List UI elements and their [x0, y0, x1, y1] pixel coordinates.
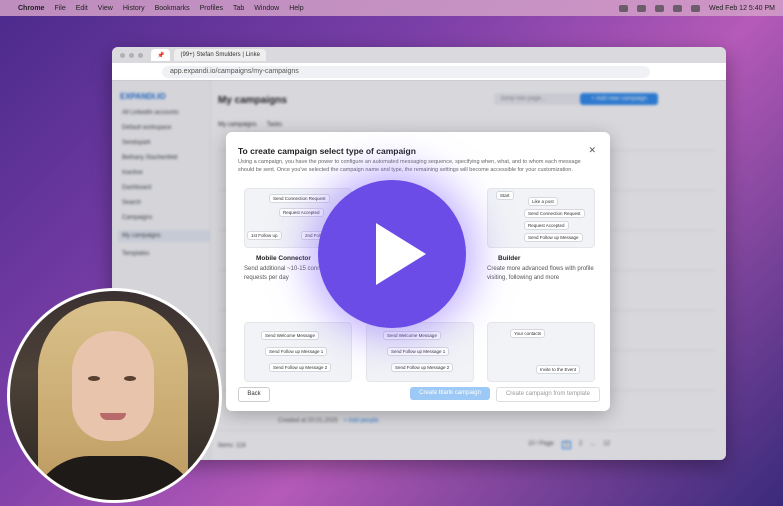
flow-node: Send Follow up Message 1	[265, 347, 328, 356]
flow-node: Send Follow up Message 2	[269, 363, 332, 372]
eye	[88, 376, 100, 381]
flow-node: Send Follow up Message	[524, 233, 583, 242]
battery-icon[interactable]	[654, 4, 664, 12]
flow-node: Send Welcome Message	[261, 331, 319, 340]
flow-node: Invite to the Event	[536, 365, 581, 374]
menu-file[interactable]: File	[54, 5, 65, 12]
flow-node: 1st Follow up	[247, 231, 282, 240]
menu-profiles[interactable]: Profiles	[200, 5, 223, 12]
flow-node: Send Connection Request	[524, 209, 585, 218]
flow-node: Start	[496, 191, 514, 200]
menu-window[interactable]: Window	[254, 5, 279, 12]
play-icon	[376, 223, 426, 285]
card-title-mobile-connector: Mobile Connector	[256, 255, 311, 262]
menu-history[interactable]: History	[123, 5, 145, 12]
eye	[124, 376, 136, 381]
pin-icon: 📌	[157, 52, 165, 59]
flow-node: Request Accepted	[524, 221, 569, 230]
card-desc-builder: Create more advanced flows with profile …	[487, 266, 594, 281]
menu-tab[interactable]: Tab	[233, 5, 244, 12]
back-button[interactable]: Back	[238, 387, 270, 402]
presenter-face	[72, 331, 154, 441]
card-builder[interactable]: Start Like a post Send Connection Reques…	[487, 188, 595, 248]
menu-bookmarks[interactable]: Bookmarks	[155, 5, 190, 12]
close-icon[interactable]: ✕	[588, 145, 596, 156]
create-from-template-button[interactable]: Create campaign from template	[496, 387, 600, 402]
card-template-c[interactable]: Your contacts Invite to the Event	[487, 322, 595, 382]
menu-view[interactable]: View	[98, 5, 113, 12]
flow-node: Send Welcome Message	[383, 331, 441, 340]
url-field[interactable]: app.expandi.io/campaigns/my-campaigns	[162, 65, 650, 78]
flow-node: Send Follow up Message 2	[391, 363, 454, 372]
flow-node: Send Connection Request	[269, 194, 330, 203]
flow-node: Your contacts	[510, 329, 546, 338]
search-icon[interactable]	[690, 4, 700, 12]
webcam-bubble	[7, 288, 222, 503]
video-play-button[interactable]	[318, 180, 466, 328]
tab-bar: 📌 (99+) Stefan Smulders | Linke	[112, 47, 726, 63]
tab-linkedin-label: (99+) Stefan Smulders | Linke	[180, 52, 260, 58]
flow-node: Request Accepted	[279, 208, 324, 217]
tab-expandi[interactable]: 📌	[151, 49, 171, 61]
modal-title: To create campaign select type of campai…	[238, 146, 416, 156]
wifi-icon[interactable]	[672, 4, 682, 12]
status-icon[interactable]	[618, 4, 628, 12]
menu-app-name[interactable]: Chrome	[18, 5, 44, 12]
macos-menubar: Chrome File Edit View History Bookmarks …	[0, 0, 783, 16]
flow-node: Send Follow up Message 1	[387, 347, 450, 356]
card-template-b[interactable]: Send Welcome Message Send Follow up Mess…	[366, 322, 474, 382]
mouth	[100, 413, 126, 420]
menu-edit[interactable]: Edit	[76, 5, 88, 12]
zoom-button[interactable]	[138, 52, 143, 58]
flow-node: Like a post	[528, 197, 558, 206]
tab-linkedin[interactable]: (99+) Stefan Smulders | Linke	[174, 49, 266, 61]
card-title-builder: Builder	[498, 255, 521, 262]
address-bar: app.expandi.io/campaigns/my-campaigns	[112, 63, 726, 81]
card-template-a[interactable]: Send Welcome Message Send Follow up Mess…	[244, 322, 352, 382]
close-window-button[interactable]	[120, 52, 125, 58]
create-blank-campaign-button[interactable]: Create blank campaign	[410, 387, 490, 400]
clock[interactable]: Wed Feb 12 5:40 PM	[709, 5, 775, 12]
minimize-button[interactable]	[129, 52, 134, 58]
menu-help[interactable]: Help	[289, 5, 303, 12]
modal-description: Using a campaign, you have the power to …	[238, 159, 581, 173]
status-icon[interactable]	[636, 4, 646, 12]
